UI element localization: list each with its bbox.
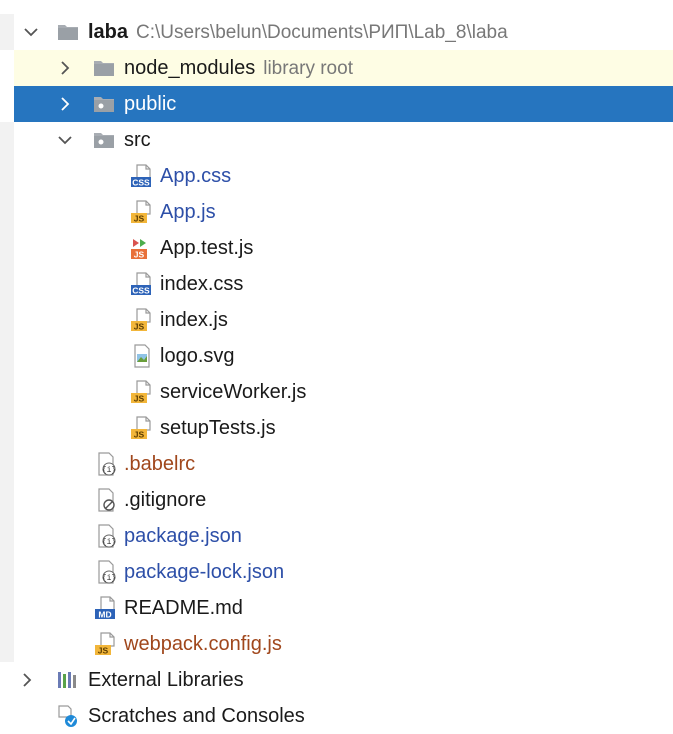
scratches-icon (56, 704, 80, 728)
tree-row-gitignore[interactable]: .gitignore (0, 482, 673, 518)
tree-item-label: App.test.js (160, 237, 254, 259)
tree-gutter (0, 554, 14, 590)
tree-gutter (0, 518, 14, 554)
js-file-icon: JS (130, 380, 154, 404)
chevron-right-icon[interactable] (56, 95, 74, 113)
tree-row-logo-svg[interactable]: logo.svg (0, 338, 673, 374)
tree-item-label: External Libraries (88, 669, 244, 691)
tree-gutter (0, 302, 14, 338)
tree-gutter (0, 266, 14, 302)
tree-item-label: package-lock.json (124, 561, 285, 583)
tree-item-label: serviceWorker.js (160, 381, 307, 403)
folder-icon (92, 56, 116, 80)
js-test-file-icon: JS (130, 236, 154, 260)
js-file-icon: JS (130, 200, 154, 224)
svg-text:CSS: CSS (132, 178, 150, 188)
svg-text:{i}: {i} (102, 466, 116, 475)
library-icon (56, 668, 80, 692)
tree-item-label: .gitignore (124, 489, 207, 511)
tree-row-index-js[interactable]: JS index.js (0, 302, 673, 338)
tree-gutter (0, 410, 14, 446)
svg-text:MD: MD (98, 610, 111, 620)
resource-folder-icon (92, 92, 116, 116)
tree-row-app-test-js[interactable]: JS App.test.js (0, 230, 673, 266)
tree-gutter (0, 590, 14, 626)
tree-row-app-js[interactable]: JS App.js (0, 194, 673, 230)
svg-text:{i}: {i} (102, 538, 116, 547)
tree-gutter (0, 374, 14, 410)
tree-item-label: node_modules library root (124, 56, 353, 81)
ignore-file-icon (94, 488, 118, 512)
source-folder-icon (92, 128, 116, 152)
svg-text:JS: JS (98, 646, 109, 656)
tree-gutter (0, 122, 14, 158)
image-file-icon (130, 344, 154, 368)
chevron-right-icon[interactable] (18, 671, 36, 689)
tree-row-babelrc[interactable]: {i} .babelrc (0, 446, 673, 482)
root-name: laba (88, 21, 129, 43)
svg-text:JS: JS (134, 250, 145, 260)
tree-gutter (0, 194, 14, 230)
svg-text:JS: JS (134, 430, 145, 440)
tree-item-label: index.css (160, 273, 244, 295)
tree-item-label: App.css (160, 165, 232, 187)
tree-gutter (0, 158, 14, 194)
library-root-hint: library root (263, 58, 353, 79)
tree-gutter (0, 446, 14, 482)
tree-item-label: .babelrc (124, 453, 196, 475)
project-tree: laba C:\Users\belun\Documents\РИП\Lab_8\l… (0, 0, 673, 729)
svg-text:JS: JS (134, 394, 145, 404)
tree-row-src[interactable]: src (0, 122, 673, 158)
tree-item-label: App.js (160, 201, 216, 223)
tree-item-label: README.md (124, 597, 243, 619)
json-file-icon: {i} (94, 524, 118, 548)
tree-row-app-css[interactable]: CSS App.css (0, 158, 673, 194)
tree-row-webpack-config-js[interactable]: JS webpack.config.js (0, 626, 673, 662)
tree-row-readme-md[interactable]: MD README.md (0, 590, 673, 626)
js-file-icon: JS (94, 632, 118, 656)
tree-row-index-css[interactable]: CSS index.css (0, 266, 673, 302)
css-file-icon: CSS (130, 164, 154, 188)
tree-row-service-worker-js[interactable]: JS serviceWorker.js (0, 374, 673, 410)
tree-item-label: public (124, 93, 177, 115)
folder-icon (56, 20, 80, 44)
svg-text:JS: JS (134, 322, 145, 332)
js-file-icon: JS (130, 308, 154, 332)
root-path: C:\Users\belun\Documents\РИП\Lab_8\laba (136, 22, 508, 43)
tree-gutter (0, 338, 14, 374)
tree-row-package-json[interactable]: {i} package.json (0, 518, 673, 554)
json-file-icon: {i} (94, 560, 118, 584)
tree-gutter (0, 626, 14, 662)
tree-item-label: index.js (160, 309, 228, 331)
chevron-right-icon[interactable] (56, 59, 74, 77)
tree-item-label: package.json (124, 525, 242, 547)
tree-gutter (0, 230, 14, 266)
tree-row-public[interactable]: public (14, 86, 673, 122)
tree-row-root[interactable]: laba C:\Users\belun\Documents\РИП\Lab_8\l… (0, 14, 673, 50)
tree-gutter (0, 14, 14, 50)
tree-row-package-lock-json[interactable]: {i} package-lock.json (0, 554, 673, 590)
tree-row-external-libraries[interactable]: External Libraries (0, 662, 673, 698)
node-modules-name: node_modules (124, 57, 256, 79)
json-file-icon: {i} (94, 452, 118, 476)
tree-item-label: src (124, 129, 151, 151)
js-file-icon: JS (130, 416, 154, 440)
chevron-down-icon[interactable] (22, 23, 40, 41)
tree-item-label: webpack.config.js (124, 633, 282, 655)
root-label: laba C:\Users\belun\Documents\РИП\Lab_8\l… (88, 20, 508, 45)
tree-gutter (0, 482, 14, 518)
svg-text:{i}: {i} (102, 574, 116, 583)
tree-item-label: Scratches and Consoles (88, 705, 305, 727)
svg-text:JS: JS (134, 214, 145, 224)
svg-text:CSS: CSS (132, 286, 150, 296)
css-file-icon: CSS (130, 272, 154, 296)
chevron-down-icon[interactable] (56, 131, 74, 149)
tree-item-label: setupTests.js (160, 417, 276, 439)
tree-item-label: logo.svg (160, 345, 235, 367)
markdown-file-icon: MD (94, 596, 118, 620)
tree-row-setup-tests-js[interactable]: JS setupTests.js (0, 410, 673, 446)
tree-row-node-modules[interactable]: node_modules library root (14, 50, 673, 86)
